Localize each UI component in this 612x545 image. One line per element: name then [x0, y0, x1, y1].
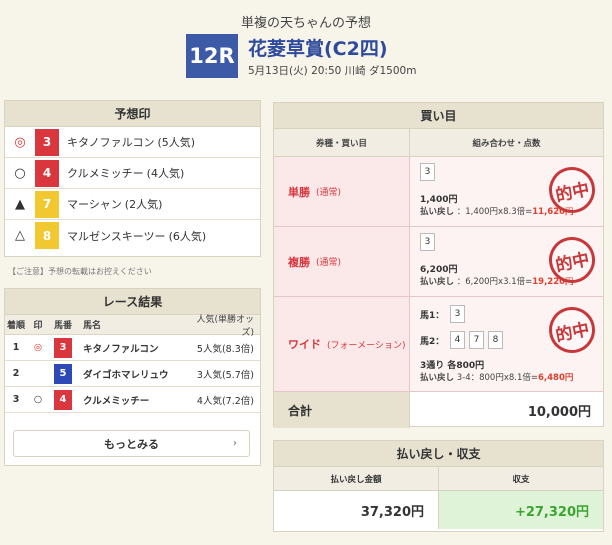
prediction-panel: 予想印 ◎ 3 キタノファルコン (5人気) ○ 4 クルメミッチー (4人気)…	[4, 100, 261, 257]
horse-box: 4	[450, 331, 465, 349]
show-more-label: もっとみる	[104, 437, 159, 451]
rank: 3	[12, 394, 20, 405]
show-more-button[interactable]: もっとみる ›	[13, 430, 250, 457]
taikou-mark: ○	[14, 165, 26, 181]
horse-name: マルゼンスキーツー	[67, 229, 166, 243]
horse-box: 8	[488, 331, 503, 349]
payout-amount: 37,320円	[274, 491, 439, 529]
horse-name: クルメミッチー	[83, 395, 150, 407]
bet-method: (フォーメーション)	[327, 340, 406, 351]
bet-type-label: ワイド	[288, 338, 321, 351]
payout-values: 37,320円 +27,320円	[274, 491, 603, 529]
horse-popularity: (4人気)	[146, 167, 185, 180]
horse-number: 3	[54, 337, 72, 358]
bet-method: (通常)	[316, 188, 342, 198]
horse-number: 5	[54, 363, 72, 384]
total-label: 合計	[274, 392, 410, 428]
rank: 1	[12, 342, 20, 353]
horse-number: 4	[54, 389, 72, 410]
horse-box: 3	[450, 305, 465, 323]
race-info: 5月13日(火) 20:50 川崎 ダ1500m	[248, 65, 417, 77]
results-header: 着順 印 馬番 馬名 人気(単勝オッズ)	[5, 314, 260, 338]
col-combo: 組み合わせ・点数	[472, 138, 541, 149]
taikou-mark: ○	[33, 394, 43, 405]
payout-label: 払い戻し	[420, 277, 455, 287]
horse1-label: 馬1：	[420, 310, 445, 321]
payout-result: 6,480円	[538, 373, 574, 383]
col-popularity: 人気(単勝オッズ)	[196, 314, 254, 338]
horse-box: 7	[469, 331, 484, 349]
chevron-right-icon: ›	[232, 438, 237, 449]
table-row: 2 5 ダイゴホマレリュウ 3人気(5.7倍)	[5, 361, 260, 387]
horse-name: クルメミッチー	[67, 167, 144, 180]
prediction-row: ◎ 3 キタノファルコン (5人気)	[5, 127, 260, 158]
payout-panel: 払い戻し・収支 払い戻し金額 収支 37,320円 +27,320円	[273, 440, 604, 532]
total-value: 10,000円	[527, 404, 591, 420]
horse-popularity: 5人気(8.3倍)	[196, 343, 254, 355]
total-row: 合計 10,000円	[274, 392, 603, 428]
horse-popularity: (5人気)	[157, 136, 196, 149]
horse-name: キタノファルコン	[83, 343, 159, 355]
bet-type-label: 複勝	[288, 255, 310, 269]
race-number-badge: 12R	[186, 34, 238, 78]
horse-number: 3	[35, 128, 59, 156]
horse-number: 4	[35, 159, 59, 187]
payout-calc: 3-4：800円x8.1倍=	[456, 373, 538, 383]
tanana-mark: ▲	[15, 196, 25, 212]
bet-row-fukusho: 複勝 (通常) 3 6,200円 払い戻し ：6,200円x3.1倍=19,22…	[274, 227, 603, 297]
horse-number: 7	[35, 190, 59, 218]
race-name: 花菱草賞(C2四)	[248, 38, 388, 60]
bets-title: 買い目	[274, 103, 603, 129]
horse-name: キタノファルコン	[67, 136, 155, 149]
bet-row-wide: ワイド (フォーメーション) 馬1： 3 馬2： 4 7 8 3通り 各800円…	[274, 297, 603, 392]
rank: 2	[12, 368, 20, 379]
horse-name: マーシャン	[67, 198, 122, 211]
col-mark: 印	[33, 321, 43, 331]
bet-type-label: 単勝	[288, 185, 310, 199]
horse-box: 3	[420, 163, 435, 181]
bets-header: 券種・買い目 組み合わせ・点数	[274, 129, 603, 157]
table-row: 1 ◎ 3 キタノファルコン 5人気(8.3倍)	[5, 335, 260, 361]
payout-calc: ：6,200円x3.1倍=	[456, 277, 533, 287]
col-name: 馬名	[83, 321, 102, 331]
col-number: 馬番	[53, 321, 72, 331]
horse-popularity: (2人気)	[124, 198, 163, 211]
prediction-title: 予想印	[5, 101, 260, 127]
bet-amount: 3通り 各800円	[420, 361, 485, 371]
renka-mark: △	[15, 228, 25, 243]
bet-method: (通常)	[316, 258, 342, 268]
payout-calc: ：1,400円x8.3倍=	[456, 207, 533, 217]
horse2-label: 馬2：	[420, 336, 445, 347]
payout-title: 払い戻し・収支	[274, 441, 603, 467]
horse-popularity: 4人気(7.2倍)	[196, 395, 254, 407]
payout-header: 払い戻し金額 収支	[274, 467, 603, 491]
payout-label: 払い戻し	[420, 373, 455, 383]
profit-amount: +27,320円	[439, 491, 603, 529]
payout-line: 払い戻し 3-4：800円x8.1倍=6,480円	[420, 371, 593, 383]
col-payout-amount: 払い戻し金額	[274, 467, 439, 490]
prediction-row: ○ 4 クルメミッチー (4人気)	[5, 158, 260, 189]
horse-popularity: 3人気(5.7倍)	[196, 369, 254, 381]
horse-number: 8	[35, 222, 59, 249]
horse-box: 3	[420, 233, 435, 251]
honmei-mark: ◎	[33, 342, 43, 353]
payout-label: 払い戻し	[420, 207, 455, 217]
horse-name: ダイゴホマレリュウ	[83, 369, 169, 381]
prediction-row: △ 8 マルゼンスキーツー (6人気)	[5, 220, 260, 251]
horse-popularity: (6人気)	[168, 229, 207, 243]
honmei-mark: ◎	[14, 134, 26, 150]
col-bet-type: 券種・買い目	[274, 129, 410, 156]
col-profit: 収支	[512, 474, 530, 485]
repost-notice: 【ご注意】予想の転載はお控えください	[8, 267, 152, 276]
table-row: 3 ○ 4 クルメミッチー 4人気(7.2倍)	[5, 387, 260, 413]
page-subtitle: 単複の天ちゃんの予想	[240, 16, 371, 31]
bet-row-tansho: 単勝 (通常) 3 1,400円 払い戻し ：1,400円x8.3倍=11,62…	[274, 157, 603, 227]
col-rank: 着順	[6, 321, 25, 331]
prediction-row: ▲ 7 マーシャン (2人気)	[5, 189, 260, 220]
bets-panel: 買い目 券種・買い目 組み合わせ・点数 単勝 (通常) 3 1,400円 払い戻…	[273, 102, 604, 428]
